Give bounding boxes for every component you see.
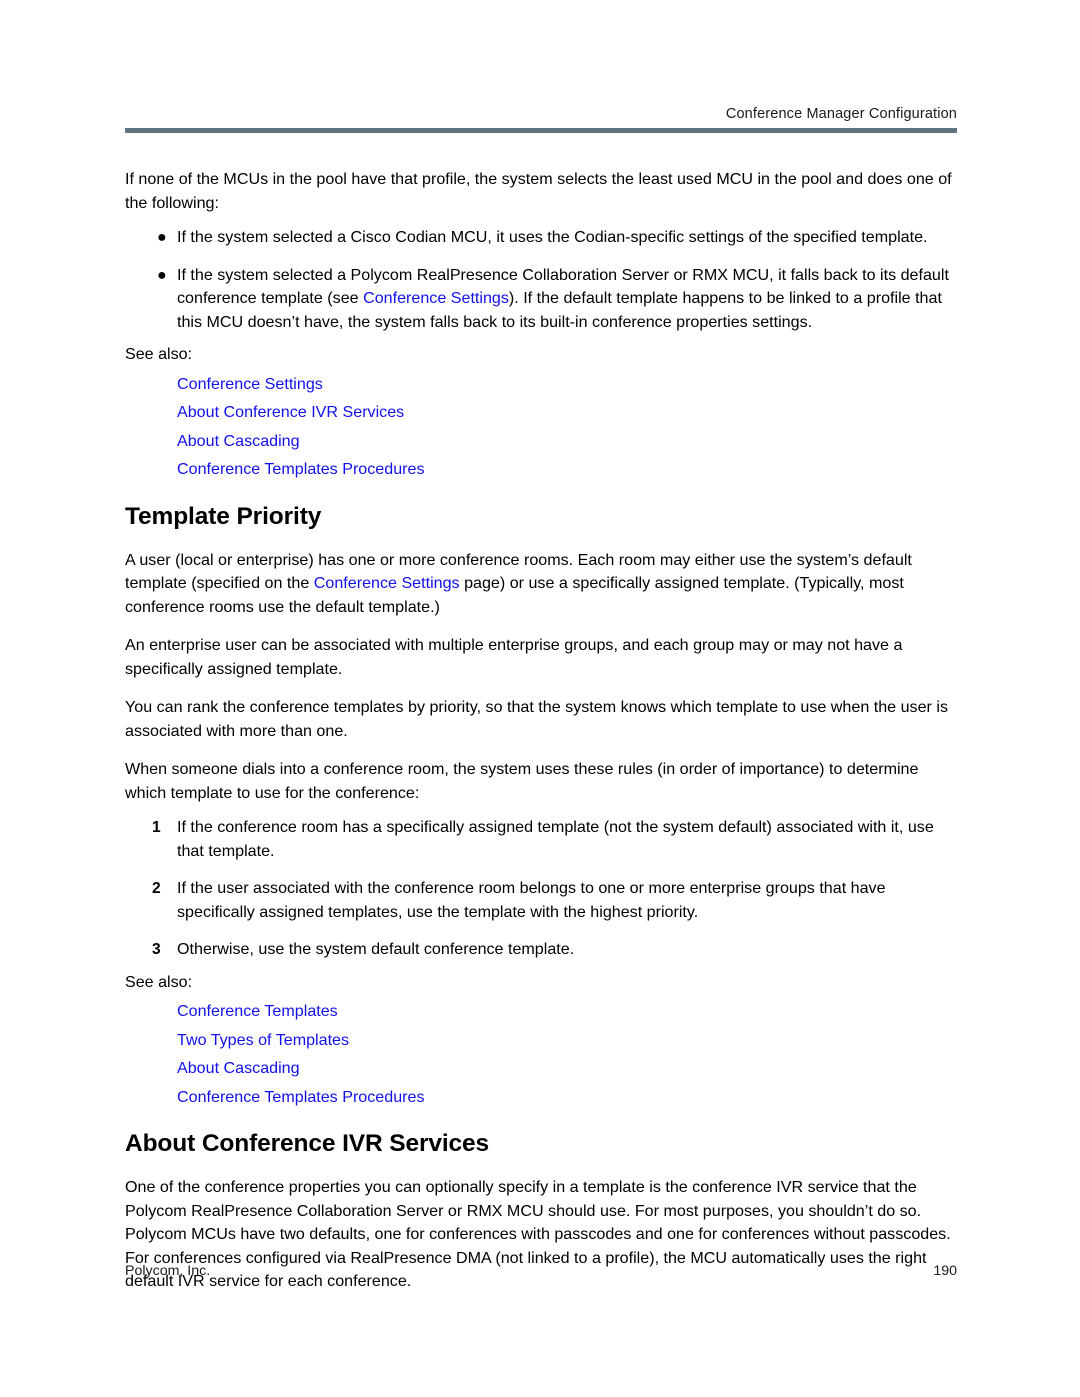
template-priority-paragraph-3: You can rank the conference templates by…	[125, 698, 948, 740]
template-priority-paragraph-2: An enterprise user can be associated wit…	[125, 636, 903, 678]
link-conference-templates-procedures[interactable]: Conference Templates Procedures	[177, 460, 425, 478]
list-item: 1 If the conference room has a specifica…	[125, 816, 957, 863]
template-priority-step-list: 1 If the conference room has a specifica…	[125, 816, 957, 962]
step-number: 3	[152, 941, 161, 958]
list-item: About Cascading	[177, 427, 957, 456]
list-item: Conference Templates	[177, 997, 957, 1026]
list-item: ● If the system selected a Cisco Codian …	[125, 226, 957, 250]
list-item-text: If the system selected a Cisco Codian MC…	[177, 228, 928, 246]
bullet-icon: ●	[157, 265, 167, 284]
page-content: If none of the MCUs in the pool have tha…	[125, 168, 957, 1309]
list-item: Two Types of Templates	[177, 1026, 957, 1055]
step-text: If the user associated with the conferen…	[177, 879, 886, 921]
link-about-conference-ivr-services[interactable]: About Conference IVR Services	[177, 403, 404, 421]
list-item: 2 If the user associated with the confer…	[125, 877, 957, 924]
page-header: Conference Manager Configuration	[125, 105, 957, 133]
footer-company: Polycom, Inc.	[125, 1263, 211, 1279]
list-item: ● If the system selected a Polycom RealP…	[125, 264, 957, 335]
bullet-icon: ●	[157, 228, 167, 246]
list-item: Conference Templates Procedures	[177, 455, 957, 484]
document-page: Conference Manager Configuration If none…	[0, 0, 1080, 1397]
page-footer: Polycom, Inc. 190	[125, 1262, 957, 1280]
header-title: Conference Manager Configuration	[725, 106, 957, 122]
step-text: Otherwise, use the system default confer…	[177, 940, 575, 958]
template-priority-paragraph-4: When someone dials into a conference roo…	[125, 760, 919, 802]
link-conference-templates[interactable]: Conference Templates	[177, 1002, 338, 1020]
link-two-types-of-templates[interactable]: Two Types of Templates	[177, 1031, 349, 1049]
see-also-label: See also:	[125, 972, 193, 991]
step-text: If the conference room has a specificall…	[177, 818, 934, 860]
footer-page-number: 190	[933, 1263, 957, 1279]
link-conference-settings[interactable]: Conference Settings	[314, 574, 460, 592]
link-about-cascading[interactable]: About Cascading	[177, 1059, 300, 1077]
list-item: Conference Templates Procedures	[177, 1083, 957, 1112]
list-item: About Cascading	[177, 1054, 957, 1083]
see-also-link-list: Conference Settings About Conference IVR…	[125, 370, 957, 484]
see-also-label: See also:	[125, 345, 193, 363]
section-heading-template-priority: Template Priority	[125, 502, 322, 530]
intro-paragraph: If none of the MCUs in the pool have tha…	[125, 170, 952, 212]
list-item: About Conference IVR Services	[177, 398, 957, 427]
template-priority-paragraph-1: A user (local or enterprise) has one or …	[125, 549, 957, 620]
link-conference-templates-procedures[interactable]: Conference Templates Procedures	[177, 1088, 425, 1106]
link-about-cascading[interactable]: About Cascading	[177, 432, 300, 450]
link-conference-settings[interactable]: Conference Settings	[177, 375, 323, 393]
step-number: 2	[152, 880, 161, 897]
section-heading-about-conference-ivr-services: About Conference IVR Services	[125, 1130, 490, 1157]
step-number: 1	[152, 819, 161, 836]
intro-bullet-list: ● If the system selected a Cisco Codian …	[125, 226, 957, 334]
see-also-link-list: Conference Templates Two Types of Templa…	[125, 997, 957, 1111]
list-item: 3 Otherwise, use the system default conf…	[125, 938, 957, 962]
link-conference-settings[interactable]: Conference Settings	[363, 289, 509, 307]
header-rule-divider	[125, 128, 957, 133]
list-item: Conference Settings	[177, 370, 957, 399]
